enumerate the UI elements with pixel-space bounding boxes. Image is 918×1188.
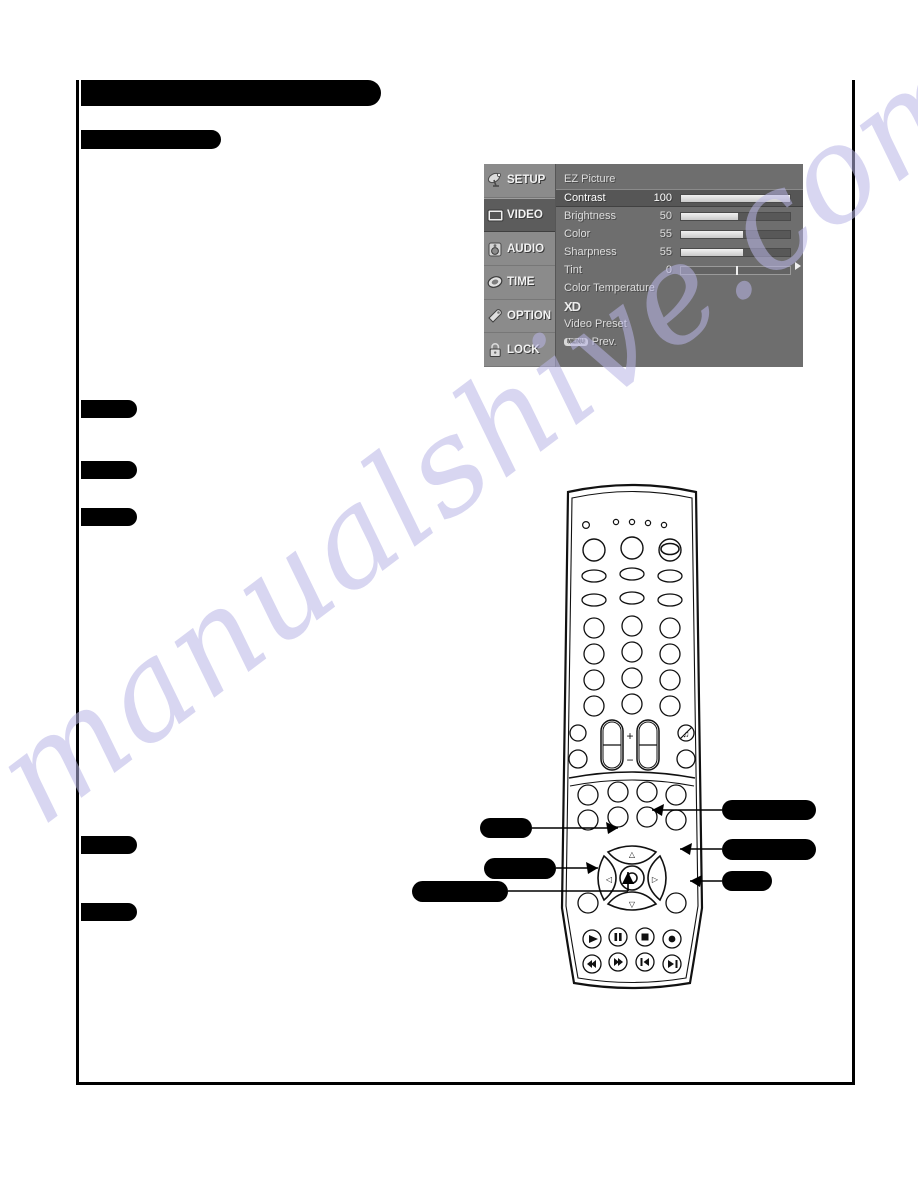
- menu-key-badge: MENU: [564, 338, 588, 346]
- osd-row-contrast[interactable]: Contrast 100: [556, 189, 803, 270]
- osd-row-label: Sharpness: [564, 246, 617, 258]
- sidebar-item-video[interactable]: VIDEO: [484, 197, 555, 233]
- osd-row-video-preset[interactable]: Video Preset: [556, 315, 803, 333]
- tag-icon: [487, 308, 504, 324]
- color-slider[interactable]: [680, 229, 791, 239]
- callout-right-1: [722, 800, 816, 820]
- osd-row-brightness[interactable]: Brightness 50: [556, 207, 803, 225]
- satellite-dish-icon: [487, 172, 504, 188]
- osd-row-tint[interactable]: Tint 0: [556, 261, 803, 279]
- sidebar-item-lock[interactable]: LOCK: [484, 333, 555, 368]
- sidebar-item-label: LOCK: [507, 343, 540, 356]
- speaker-icon: [487, 241, 504, 257]
- osd-heading-label: EZ Picture: [564, 173, 616, 185]
- callout-right-3: [722, 871, 772, 891]
- callout-left-1: [480, 818, 532, 838]
- osd-row-color-temperature[interactable]: Color Temperature: [556, 279, 803, 297]
- step-bar-1: [81, 400, 137, 418]
- sidebar-item-label: TIME: [507, 276, 535, 289]
- clock-icon: [487, 274, 504, 290]
- dpad-down-glyph: ▽: [629, 900, 636, 909]
- osd-content: EZ Picture Contrast 100 Brightness 50 Co…: [556, 164, 803, 367]
- osd-footer-prev[interactable]: MENU Prev.: [556, 333, 803, 351]
- brightness-slider[interactable]: [680, 211, 791, 221]
- osd-row-value: 0: [665, 264, 672, 276]
- contrast-slider[interactable]: [680, 193, 791, 203]
- subtitle-bar: [81, 130, 221, 149]
- step-bar-2: [81, 461, 137, 479]
- callout-left-3: [412, 881, 508, 902]
- osd-row-value: 100: [653, 192, 672, 204]
- osd-row-label: Brightness: [564, 210, 616, 222]
- osd-sidebar: SETUP VIDEO AUDIO TIME OPTION LOCK: [484, 164, 556, 368]
- osd-heading: EZ Picture: [556, 169, 803, 189]
- callout-right-2: [722, 839, 816, 860]
- osd-menu: SETUP VIDEO AUDIO TIME OPTION LOCK EZ Pi…: [484, 164, 803, 368]
- title-bar: [81, 80, 381, 106]
- sharpness-slider[interactable]: [680, 247, 791, 257]
- osd-row-label: Color Temperature: [564, 282, 655, 294]
- osd-row-sharpness[interactable]: Sharpness 55: [556, 243, 803, 261]
- sidebar-item-time[interactable]: TIME: [484, 266, 555, 300]
- sidebar-item-label: SETUP: [507, 174, 546, 187]
- osd-row-label: Contrast: [564, 192, 606, 204]
- dpad-left-glyph: ◁: [606, 875, 613, 884]
- osd-row-color[interactable]: Color 55: [556, 225, 803, 243]
- step-bar-3: [81, 508, 137, 526]
- dpad-right-glyph: ▷: [652, 875, 659, 884]
- osd-row-label: Color: [564, 228, 591, 240]
- rocker-minus-label: −: [626, 753, 633, 767]
- sidebar-item-label: OPTION: [507, 310, 552, 323]
- sidebar-item-setup[interactable]: SETUP: [484, 164, 555, 198]
- step-bar-4: [81, 836, 137, 854]
- sidebar-item-label: VIDEO: [507, 209, 543, 221]
- padlock-icon: [487, 342, 504, 358]
- sidebar-item-label: AUDIO: [507, 242, 545, 255]
- tv-remote-control: ♫ + − △ ▽ ◁ ▷: [556, 478, 708, 993]
- tint-slider[interactable]: [680, 265, 791, 275]
- osd-row-value: 50: [659, 210, 672, 222]
- osd-row-label: Tint: [564, 264, 582, 276]
- osd-row-label: Video Preset: [564, 318, 627, 330]
- osd-row-value: 55: [659, 228, 672, 240]
- dpad-up-glyph: △: [629, 850, 636, 859]
- xd-logo: XD: [564, 298, 581, 314]
- rocker-plus-label: +: [626, 729, 633, 743]
- chevron-right-icon: [795, 261, 801, 270]
- osd-row-xd[interactable]: XD: [556, 297, 803, 315]
- sidebar-item-audio[interactable]: AUDIO: [484, 232, 555, 267]
- callout-left-2: [484, 858, 556, 879]
- osd-row-value: 55: [659, 246, 672, 258]
- osd-footer-label: Prev.: [591, 336, 617, 348]
- tv-screen-icon: [487, 207, 504, 223]
- step-bar-5: [81, 903, 137, 921]
- sidebar-item-option[interactable]: OPTION: [484, 300, 555, 334]
